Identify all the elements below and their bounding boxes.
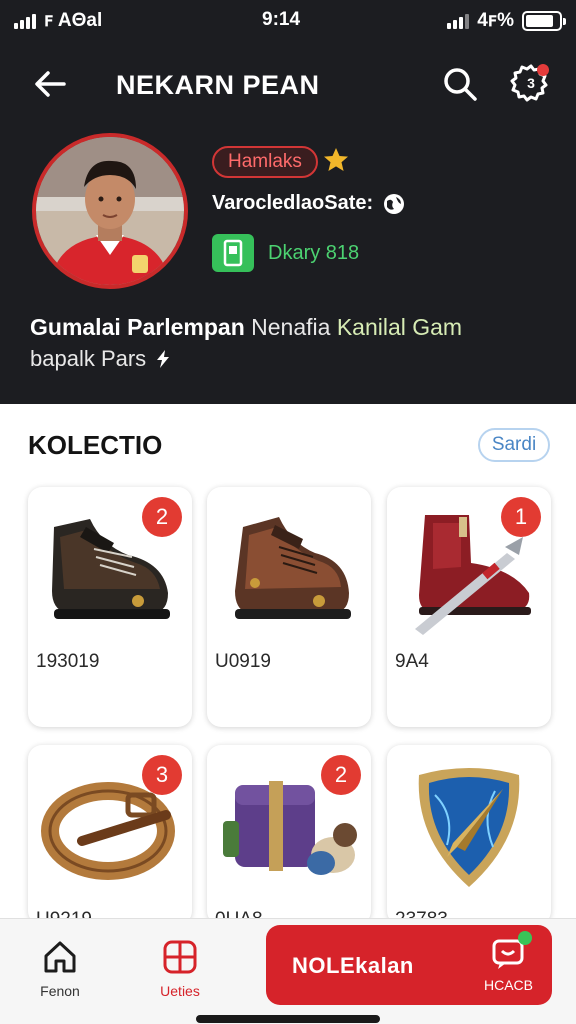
cart-label: HCACB (484, 977, 534, 993)
back-arrow-icon[interactable] (30, 64, 70, 104)
collection-card[interactable]: 2 193019 (28, 487, 192, 727)
item-count-badge: 3 (142, 755, 182, 795)
star-icon (324, 148, 348, 171)
item-count-badge: 1 (501, 497, 541, 537)
profile-subline: bapalk Pars (30, 346, 174, 372)
collection-card[interactable]: 2 0UA8 (207, 745, 371, 925)
item-code: 193019 (36, 651, 100, 672)
carrier-label: ꜰ AΘal (44, 10, 103, 31)
home-icon (44, 941, 76, 973)
battery-icon (522, 10, 566, 31)
profile-handle: VarocledlaoSate: (212, 192, 374, 214)
collection-card[interactable]: 1 9A4 (387, 487, 551, 727)
cart-dot (518, 931, 532, 945)
item-count-badge: 2 (321, 755, 361, 795)
bio-part-1: Gumalai Parlempan (30, 314, 245, 340)
primary-action-button[interactable]: NOLEkalan HCACB (266, 925, 552, 1005)
bio-part-2: Nenafia (251, 314, 331, 340)
player-avatar-icon (36, 137, 184, 285)
blue-shield-icon (418, 768, 520, 887)
collection-card[interactable]: 23783 (387, 745, 551, 925)
nav-home[interactable]: Fenon (20, 937, 100, 1017)
collection-title: KOLECTIO (28, 430, 163, 460)
nav-second-label: Ueties (160, 983, 200, 999)
bottom-nav: Fenon Ueties NOLEkalan HCACB (0, 918, 576, 1024)
nav-second[interactable]: Ueties (140, 937, 220, 1017)
bio-part-3: Kanilal Gam (336, 314, 463, 340)
signal-icon (14, 13, 36, 29)
bolt-icon (157, 350, 170, 368)
notification-dot (537, 64, 549, 76)
primary-action-label: NOLEkalan (292, 953, 414, 978)
collection-card[interactable]: 3 U9219 (28, 745, 192, 925)
device-glyph (223, 239, 243, 267)
nav-home-label: Fenon (40, 983, 80, 999)
item-count-badge: 2 (142, 497, 182, 537)
profile-stat: Dkary 818 (268, 242, 360, 264)
see-all-button[interactable]: Sardi (478, 428, 550, 462)
item-code: U0919 (215, 651, 271, 672)
grid-icon (163, 940, 197, 974)
notifications-button[interactable]: 3 (510, 62, 552, 104)
profile-header: ꜰ AΘal 9:14 4ꜰ% NEKARN PEAN 3 Hamlaks Va… (0, 0, 576, 404)
app-bar: NEKARN PEAN 3 (0, 52, 576, 116)
collection-card[interactable]: U0919 (207, 487, 371, 727)
rank-badge: Hamlaks (212, 146, 318, 178)
status-bar: ꜰ AΘal 9:14 4ꜰ% (0, 0, 576, 40)
battery-percent: 4ꜰ% (477, 10, 514, 31)
avatar[interactable] (32, 133, 188, 289)
home-indicator (196, 1015, 380, 1023)
cell-signal-icon (447, 13, 470, 29)
subline-text: bapalk Pars (30, 346, 147, 371)
item-code: 9A4 (395, 651, 429, 672)
status-time: 9:14 (262, 9, 301, 30)
page-title: NEKARN PEAN (116, 70, 320, 100)
device-icon (212, 234, 254, 272)
brown-boot-icon (235, 517, 351, 619)
profile-bio: Gumalai Parlempan Nenafia Kanilal Gam (30, 314, 462, 341)
globe-icon (384, 194, 404, 214)
battery-fill (526, 14, 553, 27)
search-icon[interactable] (440, 64, 480, 104)
